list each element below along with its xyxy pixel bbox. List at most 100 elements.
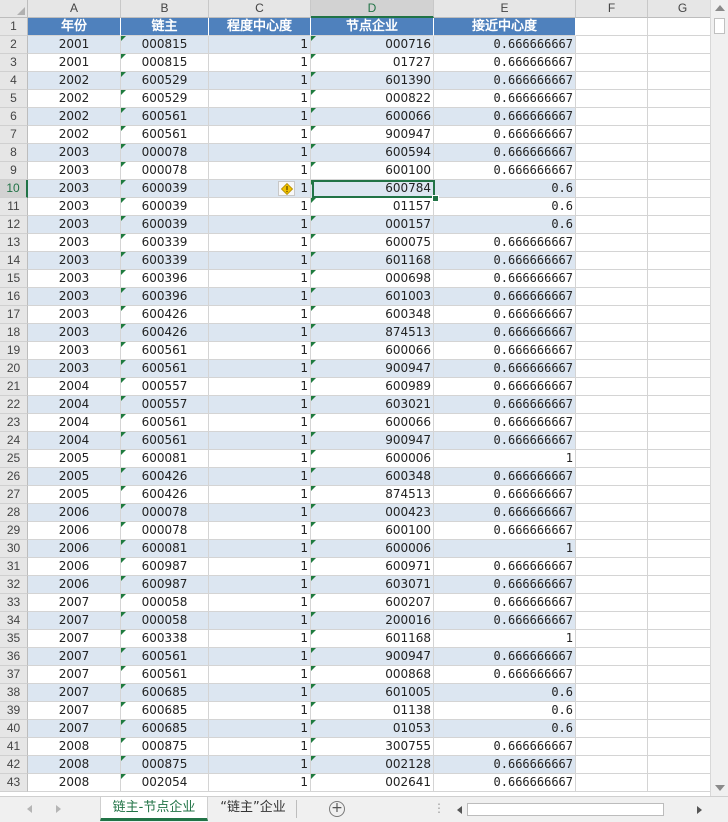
table-cell[interactable]: 600987 — [121, 558, 209, 576]
row-header[interactable]: 39 — [0, 702, 28, 720]
row-header[interactable]: 22 — [0, 396, 28, 414]
table-cell[interactable] — [576, 378, 648, 396]
row-header[interactable]: 14 — [0, 252, 28, 270]
table-cell[interactable]: 000815 — [121, 36, 209, 54]
row-header[interactable]: 35 — [0, 630, 28, 648]
table-cell[interactable]: 1 — [209, 36, 311, 54]
table-cell[interactable]: 2005 — [28, 468, 121, 486]
table-cell[interactable]: 600685 — [121, 720, 209, 738]
table-cell[interactable]: 600006 — [311, 450, 434, 468]
table-cell[interactable]: 600426 — [121, 306, 209, 324]
table-cell[interactable]: 600207 — [311, 594, 434, 612]
table-cell[interactable] — [648, 630, 718, 648]
row-header[interactable]: 43 — [0, 774, 28, 792]
table-cell[interactable]: 1 — [209, 468, 311, 486]
table-cell[interactable]: 2003 — [28, 198, 121, 216]
table-cell[interactable]: 1 — [434, 540, 576, 558]
row-header[interactable]: 18 — [0, 324, 28, 342]
table-cell[interactable] — [576, 144, 648, 162]
table-cell[interactable]: 000868 — [311, 666, 434, 684]
table-cell[interactable]: 1 — [209, 72, 311, 90]
table-cell[interactable]: 2003 — [28, 342, 121, 360]
table-cell[interactable] — [576, 522, 648, 540]
table-cell[interactable]: 0.666666667 — [434, 288, 576, 306]
table-cell[interactable]: 600971 — [311, 558, 434, 576]
table-cell[interactable]: 0.6 — [434, 720, 576, 738]
row-header[interactable]: 27 — [0, 486, 28, 504]
table-cell[interactable]: 600039 — [121, 216, 209, 234]
fill-handle[interactable] — [432, 195, 439, 202]
table-cell[interactable]: 2006 — [28, 576, 121, 594]
table-cell[interactable]: 600348 — [311, 468, 434, 486]
table-cell[interactable]: 600081 — [121, 450, 209, 468]
table-cell[interactable]: 002128 — [311, 756, 434, 774]
column-header-c[interactable]: C — [209, 0, 311, 18]
table-cell[interactable]: 600561 — [121, 126, 209, 144]
table-cell[interactable]: 600075 — [311, 234, 434, 252]
table-cell[interactable]: 2003 — [28, 162, 121, 180]
table-cell[interactable] — [576, 504, 648, 522]
table-cell[interactable]: 0.6 — [434, 702, 576, 720]
table-cell[interactable]: 1 — [209, 162, 311, 180]
table-cell[interactable]: 2008 — [28, 774, 121, 792]
table-header-cell[interactable]: 接近中心度 — [434, 18, 576, 36]
table-cell[interactable]: 1 — [209, 396, 311, 414]
table-cell[interactable] — [576, 702, 648, 720]
table-cell[interactable]: 1 — [209, 522, 311, 540]
table-cell[interactable]: 1 — [209, 324, 311, 342]
table-cell[interactable]: 0.666666667 — [434, 144, 576, 162]
table-cell[interactable]: 1 — [209, 594, 311, 612]
table-header-cell[interactable]: 年份 — [28, 18, 121, 36]
table-cell[interactable]: 1 — [209, 504, 311, 522]
table-cell[interactable]: 01138 — [311, 702, 434, 720]
table-cell[interactable]: 0.666666667 — [434, 396, 576, 414]
table-cell[interactable]: 0.666666667 — [434, 468, 576, 486]
table-cell[interactable]: 1 — [209, 288, 311, 306]
table-cell[interactable]: 1 — [209, 360, 311, 378]
table-cell[interactable]: 0.666666667 — [434, 558, 576, 576]
table-header-cell[interactable]: 程度中心度 — [209, 18, 311, 36]
table-cell[interactable] — [648, 540, 718, 558]
table-cell[interactable]: 600339 — [121, 234, 209, 252]
table-cell[interactable]: 000157 — [311, 216, 434, 234]
table-cell[interactable]: 0.666666667 — [434, 162, 576, 180]
row-header[interactable]: 17 — [0, 306, 28, 324]
table-cell[interactable]: 300755 — [311, 738, 434, 756]
row-header[interactable]: 1 — [0, 18, 28, 36]
row-header[interactable]: 29 — [0, 522, 28, 540]
table-cell[interactable]: 0.666666667 — [434, 522, 576, 540]
table-cell[interactable]: 900947 — [311, 126, 434, 144]
column-header-b[interactable]: B — [121, 0, 209, 18]
table-cell[interactable] — [576, 162, 648, 180]
table-cell[interactable]: 0.666666667 — [434, 486, 576, 504]
table-cell[interactable]: 1 — [209, 702, 311, 720]
table-cell[interactable]: 2004 — [28, 414, 121, 432]
table-cell[interactable]: 0.666666667 — [434, 234, 576, 252]
table-cell[interactable]: 000875 — [121, 738, 209, 756]
table-cell[interactable]: 1 — [209, 612, 311, 630]
table-cell[interactable]: 01157 — [311, 198, 434, 216]
table-cell[interactable]: 0.666666667 — [434, 108, 576, 126]
column-header-g[interactable]: G — [648, 0, 718, 18]
table-cell[interactable] — [576, 306, 648, 324]
table-cell[interactable] — [648, 72, 718, 90]
table-cell[interactable] — [648, 360, 718, 378]
table-cell[interactable]: 600561 — [121, 108, 209, 126]
table-cell[interactable]: 000698 — [311, 270, 434, 288]
table-cell[interactable]: 900947 — [311, 360, 434, 378]
table-cell[interactable]: 2005 — [28, 486, 121, 504]
row-header[interactable]: 8 — [0, 144, 28, 162]
table-cell[interactable] — [576, 666, 648, 684]
table-cell[interactable] — [648, 576, 718, 594]
table-cell[interactable]: 1 — [209, 90, 311, 108]
table-cell[interactable] — [576, 108, 648, 126]
table-cell[interactable] — [648, 198, 718, 216]
table-cell[interactable] — [648, 36, 718, 54]
row-header[interactable]: 37 — [0, 666, 28, 684]
table-cell[interactable]: 0.666666667 — [434, 270, 576, 288]
table-cell[interactable]: 01053 — [311, 720, 434, 738]
table-cell[interactable] — [576, 90, 648, 108]
table-cell[interactable] — [576, 342, 648, 360]
table-cell[interactable] — [648, 144, 718, 162]
table-cell[interactable]: 600006 — [311, 540, 434, 558]
